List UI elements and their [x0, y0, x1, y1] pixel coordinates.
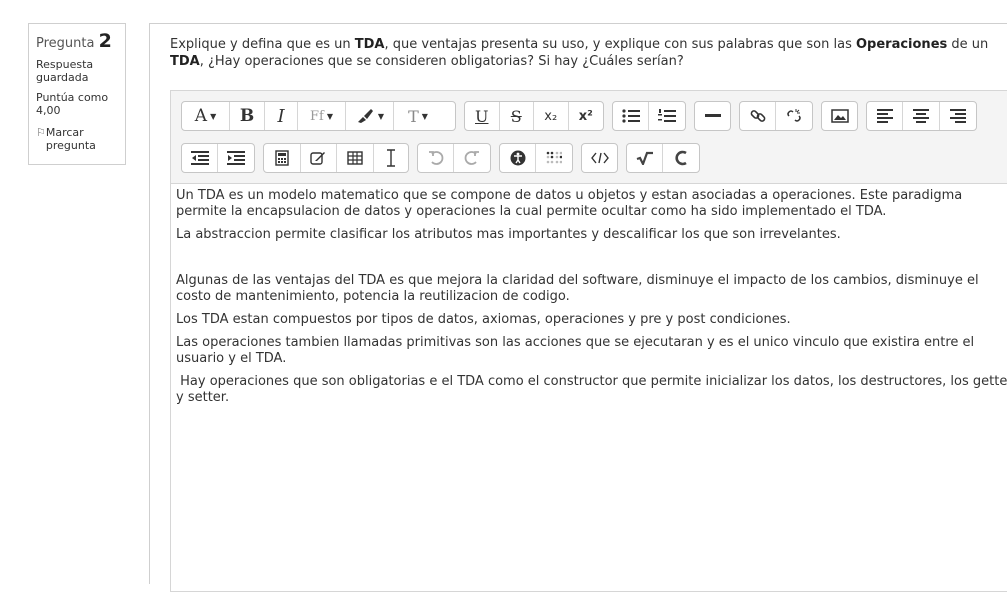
horizontal-rule-button[interactable]	[695, 102, 730, 130]
braille-icon	[546, 151, 562, 164]
outdent-icon	[190, 151, 209, 165]
align-right-icon	[949, 109, 966, 123]
align-left-button[interactable]	[867, 102, 904, 130]
question-label: Pregunta	[36, 36, 95, 51]
chemistry-icon	[675, 150, 687, 166]
image-icon	[830, 109, 849, 123]
question-info-box: Pregunta 2 Respuesta guardada Puntúa com…	[28, 23, 126, 165]
history-group	[417, 143, 491, 173]
undo-icon	[428, 151, 443, 165]
link-group	[739, 101, 813, 131]
math-editor-button[interactable]	[627, 144, 664, 172]
edit-icon	[310, 152, 326, 165]
indent-button[interactable]	[218, 144, 254, 172]
horizontal-rule-icon	[704, 114, 721, 117]
outdent-button[interactable]	[182, 144, 219, 172]
code-icon	[590, 152, 609, 164]
answer-paragraph: Hay operaciones que son obligatorias e e…	[176, 374, 1007, 405]
html-source-button[interactable]	[582, 144, 617, 172]
editor-toolbar: A ▼ B I Ff ▼ ▼ T ▼ U S x₂ x²	[171, 91, 1007, 184]
answer-paragraph: La abstraccion permite clasificar los at…	[176, 227, 841, 242]
strikethrough-button[interactable]: S	[500, 102, 534, 130]
indent-icon	[227, 151, 245, 165]
question-number: Pregunta 2	[36, 32, 119, 53]
hr-group	[694, 101, 731, 131]
insert-link-button[interactable]	[740, 102, 777, 130]
bold-button[interactable]: B	[230, 102, 265, 130]
answer-paragraph: Algunas de las ventajas del TDA es que m…	[176, 273, 979, 304]
subscript-button[interactable]: x₂	[534, 102, 569, 130]
calculator-icon	[275, 150, 289, 166]
insert-image-button[interactable]	[822, 102, 857, 130]
redo-button[interactable]	[454, 144, 490, 172]
insert-group	[263, 143, 409, 173]
answer-paragraph: Un TDA es un modelo matematico que se co…	[176, 188, 963, 219]
answer-paragraph	[176, 250, 1007, 266]
highlight-button[interactable]: ▼	[346, 102, 394, 130]
undo-button[interactable]	[418, 144, 455, 172]
question-state: Respuesta guardada	[36, 58, 94, 84]
accessibility-checker-button[interactable]	[500, 144, 537, 172]
italic-button[interactable]: I	[265, 102, 298, 130]
image-group	[821, 101, 858, 131]
font-size-button[interactable]: T ▼	[394, 102, 442, 130]
font-format-group: A ▼ B I Ff ▼ ▼ T ▼	[181, 101, 456, 131]
bullet-list-icon	[621, 109, 640, 123]
brush-icon	[357, 109, 373, 123]
link-icon	[750, 110, 765, 122]
font-color-button[interactable]: A ▼	[182, 102, 230, 130]
question-grade: Puntúa como 4,00	[36, 91, 109, 117]
list-group	[612, 101, 686, 131]
flag-label: Marcar pregunta	[45, 126, 96, 152]
unlink-icon	[787, 109, 801, 122]
underline-button[interactable]: U	[465, 102, 500, 130]
answer-paragraph: Las operaciones tambien llamadas primiti…	[176, 335, 975, 366]
align-group	[866, 101, 977, 131]
flag-question-link[interactable]: ⚐ Marcar pregunta	[36, 126, 119, 152]
html-group	[581, 143, 618, 173]
screenreader-helper-button[interactable]	[536, 144, 572, 172]
answer-editor: A ▼ B I Ff ▼ ▼ T ▼ U S x₂ x² Un TDA es u…	[170, 90, 1007, 592]
align-left-icon	[876, 109, 893, 123]
square-root-icon	[636, 151, 653, 165]
align-right-button[interactable]	[940, 102, 976, 130]
table-button[interactable]	[337, 144, 374, 172]
answer-paragraph: Los TDA estan compuestos por tipos de da…	[176, 312, 791, 327]
text-cursor-icon	[386, 149, 395, 167]
align-center-button[interactable]	[903, 102, 940, 130]
edit-button[interactable]	[301, 144, 337, 172]
accessibility-group	[499, 143, 573, 173]
bullet-list-button[interactable]	[613, 102, 650, 130]
equation-editor-button[interactable]	[264, 144, 301, 172]
flag-icon: ⚐	[36, 126, 46, 139]
question-content: Explique y defina que es un TDA, que ven…	[149, 23, 1007, 592]
text-style-group: U S x₂ x²	[464, 101, 604, 131]
unlink-button[interactable]	[776, 102, 812, 130]
font-family-button[interactable]: Ff ▼	[298, 102, 346, 130]
superscript-button[interactable]: x²	[569, 102, 603, 130]
accessibility-icon	[510, 150, 525, 166]
chemistry-editor-button[interactable]	[663, 144, 699, 172]
math-group	[626, 143, 700, 173]
answer-text-area[interactable]: Un TDA es un modelo matematico que se co…	[171, 184, 1007, 413]
indent-group	[181, 143, 255, 173]
align-center-icon	[913, 109, 930, 123]
question-number-value: 2	[98, 30, 112, 52]
clear-format-button[interactable]	[374, 144, 409, 172]
question-text: Explique y defina que es un TDA, que ven…	[170, 37, 989, 69]
redo-icon	[464, 151, 479, 165]
table-icon	[347, 151, 363, 165]
numbered-list-icon	[658, 109, 676, 122]
numbered-list-button[interactable]	[649, 102, 685, 130]
